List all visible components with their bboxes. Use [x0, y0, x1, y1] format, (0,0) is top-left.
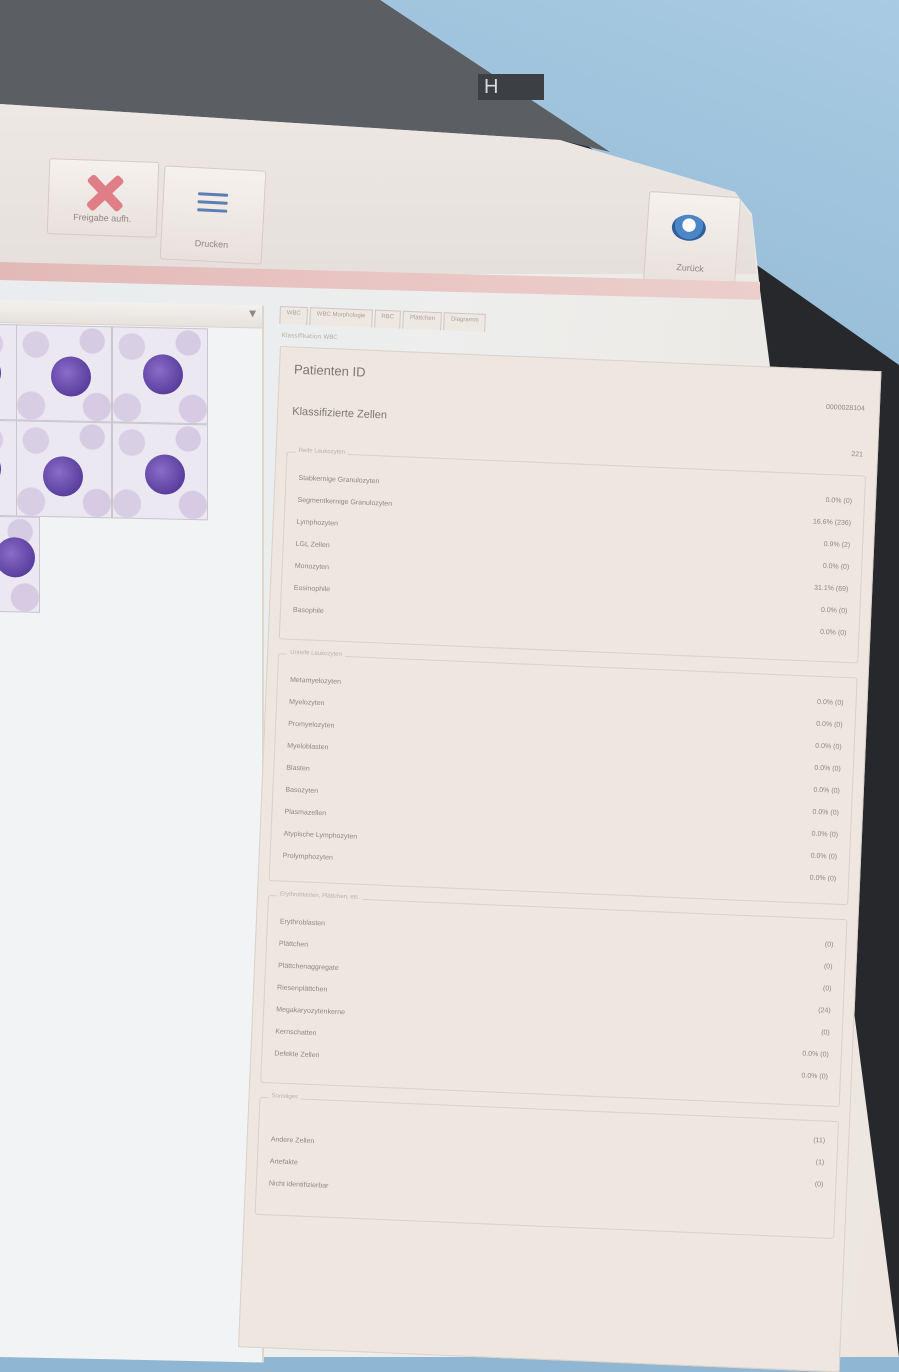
results-panel: WBC WBC Morphologie RBC Plättchen Diagra… — [238, 306, 899, 1372]
group-title: Reife Leukozyten — [295, 447, 349, 456]
tab-wbc[interactable]: WBC — [279, 306, 308, 326]
group-immature-leukocytes: Unreife Leukozyten Metamyelozyten 0.0% (0… — [268, 649, 858, 906]
tab-wbc-morphology[interactable]: WBC Morphologie — [309, 307, 373, 328]
patient-id-value: 0000028104 — [825, 403, 866, 413]
brand-logo: H — [478, 74, 544, 100]
tab-rbc[interactable]: RBC — [373, 309, 402, 329]
print-button[interactable]: Drucken — [159, 165, 267, 265]
back-icon — [670, 213, 707, 242]
patient-id-label: Patienten ID — [293, 361, 366, 380]
results-body: Patienten ID 0000028104 Klassifizierte Z… — [238, 346, 882, 1372]
cell-image[interactable] — [16, 324, 112, 423]
panel-subtitle: Klassifikation WBC — [281, 332, 338, 342]
classified-cells-value: 221 — [851, 451, 864, 459]
chevron-down-icon[interactable]: ▼ — [249, 309, 256, 319]
tab-diagram[interactable]: Diagramm — [443, 312, 486, 332]
print-button-label: Drucken — [194, 238, 229, 250]
group-mature-leukocytes: Reife Leukozyten Stabkernige Granulozyte… — [278, 447, 867, 664]
cell-gallery[interactable]: ▼ — [0, 300, 264, 1363]
tab-platelets[interactable]: Plättchen — [402, 310, 443, 331]
classified-cells-label: Klassifizierte Zellen — [292, 405, 388, 422]
group-title: Erythroblasten, Plättchen, etc. — [276, 891, 364, 901]
group-title: Unreife Leukozyten — [287, 649, 345, 658]
release-button[interactable]: Freigabe aufh. — [46, 158, 160, 238]
back-button[interactable]: Zurück — [642, 190, 742, 290]
group-title: Sonstiges — [268, 1093, 302, 1101]
back-button-label: Zurück — [675, 261, 705, 274]
cell-image[interactable] — [16, 420, 112, 519]
cell-image[interactable] — [112, 326, 208, 425]
cell-image[interactable] — [112, 422, 208, 521]
print-icon — [197, 192, 229, 216]
group-other: Sonstiges (11) Andere Zellen (1) Artefakt… — [254, 1093, 840, 1239]
close-x-icon — [85, 172, 124, 211]
cell-image[interactable] — [0, 514, 40, 613]
result-tabs: WBC WBC Morphologie RBC Plättchen Diagra… — [279, 306, 486, 332]
group-erythroblasts-platelets: Erythroblasten, Plättchen, etc. Erythrob… — [260, 891, 848, 1108]
release-button-label: Freigabe aufh. — [73, 211, 132, 224]
